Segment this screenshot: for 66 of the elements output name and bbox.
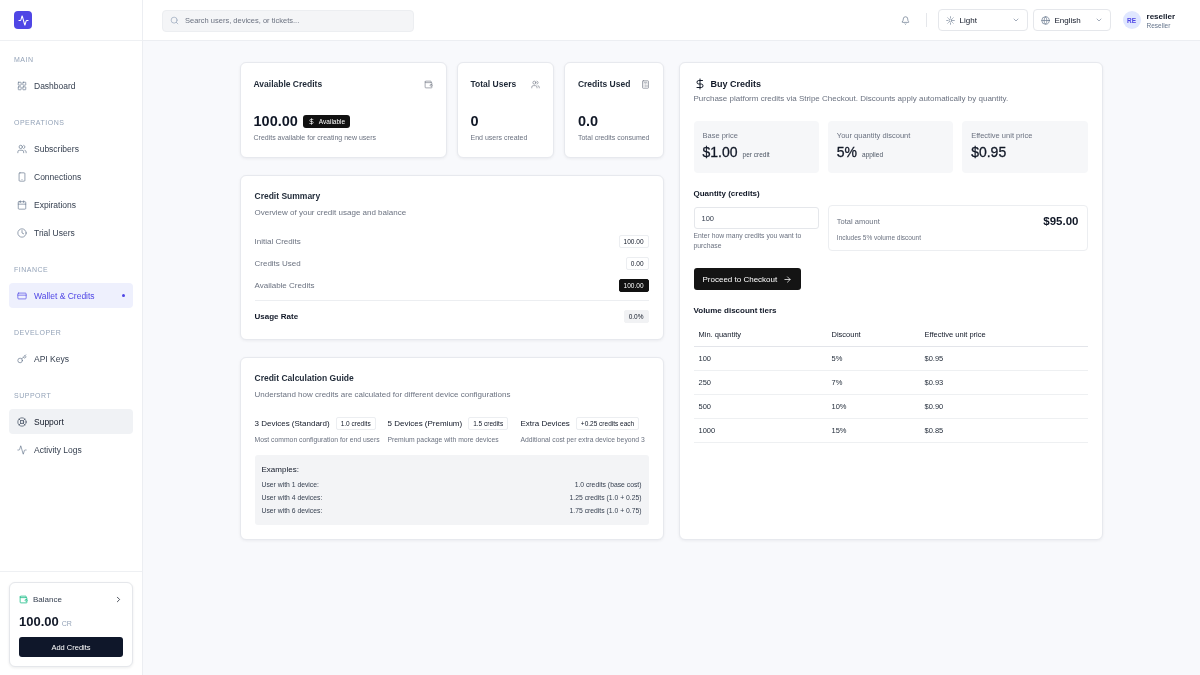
stat-title: Total Users	[470, 79, 517, 89]
stat-title: Available Credits	[253, 79, 323, 89]
balance-amount: 100.00	[19, 614, 59, 629]
stat-value: 0.0	[577, 113, 599, 129]
phone-icon	[17, 171, 27, 182]
tier-name: 3 Devices (Standard)	[254, 418, 330, 428]
dollar-icon	[307, 117, 315, 125]
card-title: Buy Credits	[710, 79, 761, 89]
total-value: $95.00	[1043, 215, 1079, 227]
chevron-right-icon[interactable]	[114, 594, 123, 604]
grid-icon	[17, 80, 27, 91]
pulse-icon	[17, 444, 27, 455]
chevron-down-icon	[1094, 16, 1103, 24]
card-title: Credit Summary	[254, 191, 322, 201]
price-value: $0.95	[971, 144, 1007, 160]
summary-label: Initial Credits	[254, 236, 301, 246]
tier-name: Extra Devices	[520, 418, 570, 428]
globe-icon	[1040, 15, 1050, 25]
arrow-right-icon	[783, 274, 793, 284]
table-title: Volume discount tiers	[693, 306, 778, 316]
lifebuoy-icon	[17, 416, 27, 427]
card-icon	[17, 290, 27, 301]
price-value: 5%	[836, 144, 858, 160]
checkout-button[interactable]: Proceed to Checkout	[693, 268, 802, 290]
nav-item[interactable]: Support	[9, 409, 133, 434]
nav-item[interactable]: API Keys	[9, 346, 133, 371]
card-subtitle: Overview of your credit usage and balance	[254, 208, 408, 218]
nav-item[interactable]: Expirations	[9, 192, 133, 217]
summary-label: Credits Used	[254, 258, 301, 268]
logo-icon	[14, 11, 32, 29]
clock-icon	[17, 227, 27, 238]
dot-icon	[122, 294, 125, 297]
language-select[interactable]: English	[1032, 9, 1111, 31]
dollar-icon	[693, 78, 706, 90]
field-label: Quantity (credits)	[693, 189, 761, 199]
price-value: $1.00	[702, 144, 738, 160]
chevron-down-icon	[1011, 16, 1020, 24]
nav-item[interactable]: Trial Users	[9, 220, 133, 245]
calculator-icon	[640, 79, 650, 89]
key-icon	[17, 353, 27, 364]
balance-label: Balance	[33, 594, 63, 604]
nav-item[interactable]: Wallet & Credits	[9, 283, 133, 308]
summary-label: Usage Rate	[254, 311, 299, 321]
wallet-icon	[423, 79, 433, 89]
theme-select[interactable]: Light	[937, 9, 1028, 31]
bell-icon	[901, 15, 911, 25]
stat-title: Credits Used	[577, 79, 631, 89]
tier-name: 5 Devices (Premium)	[387, 418, 463, 428]
card-subtitle: Understand how credits are calculated for different device configurations	[254, 390, 512, 400]
calendar-icon	[17, 199, 27, 210]
wallet-icon	[19, 594, 28, 604]
stat-value: 0	[470, 113, 479, 129]
nav-item[interactable]: Connections	[9, 164, 133, 189]
nav-item[interactable]: Activity Logs	[9, 437, 133, 462]
sun-icon	[945, 15, 955, 25]
user-name: reseller	[1146, 11, 1175, 21]
stat-value: 100.00	[253, 113, 298, 129]
summary-label: Available Credits	[254, 280, 315, 290]
users-icon	[530, 79, 540, 89]
nav-item[interactable]: Subscribers	[9, 136, 133, 161]
nav-item[interactable]: Dashboard	[9, 73, 133, 98]
search-icon	[170, 15, 179, 25]
users-icon	[17, 143, 27, 154]
examples-heading: Examples:	[261, 464, 300, 475]
card-title: Credit Calculation Guide	[254, 373, 355, 383]
card-subtitle: Purchase platform credits via Stripe Checkout. Discounts apply automatically by quantity.	[693, 94, 1010, 104]
